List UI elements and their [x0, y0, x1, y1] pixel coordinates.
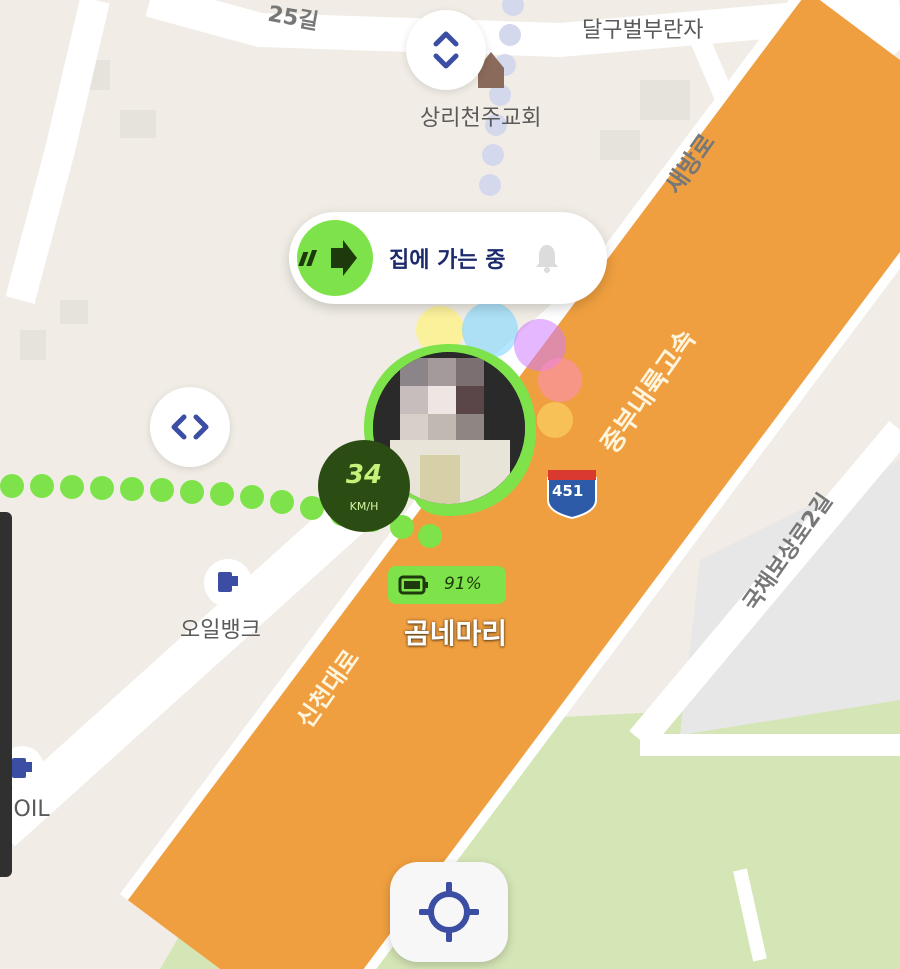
battery-percent: 91%	[444, 574, 482, 594]
crosshair-icon	[419, 882, 479, 942]
place-label: 상리천주교회	[420, 106, 542, 131]
arrow-right-icon	[298, 240, 357, 276]
locate-me-button[interactable]	[390, 862, 508, 962]
bell-icon[interactable]	[533, 242, 561, 274]
vertical-toggle-button[interactable]	[406, 10, 486, 90]
battery-badge: 91%	[388, 566, 506, 604]
gas-station-icon	[204, 559, 252, 607]
friend-name: 곰네마리	[404, 617, 508, 650]
speed-unit: KM/H	[349, 500, 379, 513]
chevron-up-down-icon	[433, 31, 459, 69]
status-pill[interactable]: 집에 가는 중	[289, 212, 607, 304]
route-shield-label: 451	[552, 482, 584, 500]
speed-badge: 34 KM/H	[318, 440, 410, 532]
horizontal-toggle-button[interactable]	[150, 387, 230, 467]
status-arrow-badge	[297, 220, 373, 296]
status-text: 집에 가는 중	[389, 248, 506, 273]
place-label: 달구벌부란자	[582, 18, 704, 43]
side-drawer-handle[interactable]	[0, 512, 12, 877]
place-label: 오일뱅크	[180, 618, 261, 643]
battery-icon	[398, 575, 428, 595]
chevron-left-right-icon	[171, 414, 209, 440]
speed-value: 34	[345, 460, 383, 490]
